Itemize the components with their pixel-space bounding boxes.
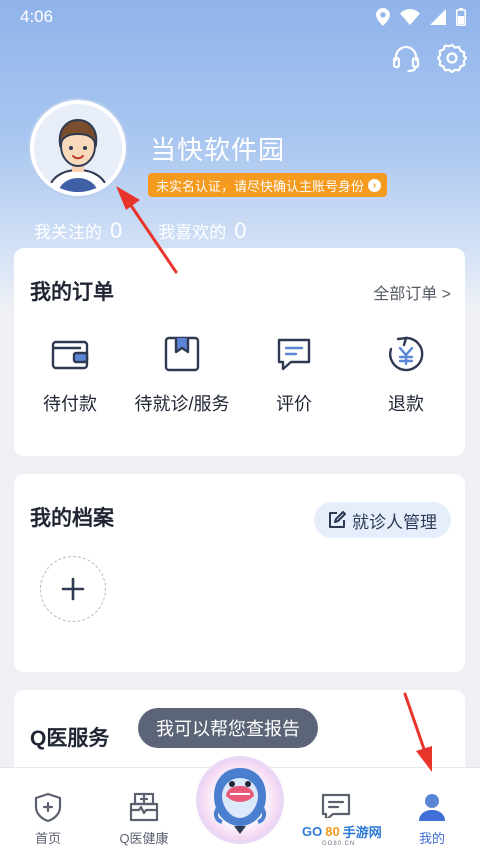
watermark-subtext: GO80.CN <box>322 841 356 847</box>
order-item-label: 退款 <box>388 394 424 414</box>
wifi-icon <box>400 9 420 25</box>
my-orders-card: 我的订单 全部订单 > 待付款 待就诊/服务 评价 退款 <box>14 248 465 456</box>
status-time: 4:06 <box>20 7 54 26</box>
customer-service-icon[interactable] <box>390 42 422 74</box>
tab-label: 首页 <box>34 831 61 846</box>
patient-management-label: 就诊人管理 <box>352 512 437 532</box>
stat-count: 0 <box>110 218 123 243</box>
watermark-part: GO <box>302 823 323 839</box>
settings-gear-icon[interactable] <box>436 42 468 74</box>
bookmark-box-icon <box>162 334 202 374</box>
status-bar: 4:06 <box>0 0 480 34</box>
verify-notice-text: 未实名认证，请尽快确认主账号身份 <box>156 178 365 194</box>
plus-icon <box>61 577 85 601</box>
order-item-label: 待付款 <box>43 394 97 414</box>
order-item-label: 评价 <box>276 394 312 414</box>
battery-icon <box>456 8 466 26</box>
stat-following[interactable]: 我关注的 0 <box>34 218 122 244</box>
order-review[interactable]: 评价 <box>238 334 350 416</box>
username[interactable]: 当快软件园 <box>150 130 285 167</box>
tab-q-health[interactable]: Q医健康 <box>108 790 180 847</box>
wallet-icon <box>50 334 90 374</box>
watermark-part: 手游网 <box>342 824 382 840</box>
tab-home[interactable]: 首页 <box>12 790 84 847</box>
q-service-title: Q医服务 <box>30 727 110 750</box>
avatar-cartoon-icon <box>34 104 122 192</box>
order-refund[interactable]: 退款 <box>350 334 462 416</box>
person-icon <box>415 790 449 824</box>
tab-mine[interactable]: 我的 <box>396 790 468 847</box>
location-icon <box>376 8 390 26</box>
add-patient-button[interactable] <box>40 556 106 622</box>
tab-label: Q医健康 <box>119 831 169 846</box>
stat-likes[interactable]: 我喜欢的 0 <box>158 218 246 244</box>
chevron-right-icon: › <box>368 178 382 192</box>
refund-icon <box>386 334 426 374</box>
home-shield-icon <box>31 790 65 824</box>
archive-title: 我的档案 <box>30 507 114 530</box>
watermark-part: 80 <box>325 823 340 839</box>
comment-icon <box>274 334 314 374</box>
order-item-label: 待就诊/服务 <box>134 394 230 414</box>
dolphin-mascot-button[interactable] <box>196 756 284 844</box>
stat-label: 我关注的 <box>34 223 102 242</box>
orders-title: 我的订单 <box>30 281 114 304</box>
patient-management-button[interactable]: 就诊人管理 <box>314 502 451 538</box>
stat-label: 我喜欢的 <box>158 223 227 242</box>
signal-icon <box>430 9 446 25</box>
edit-icon <box>329 511 346 528</box>
order-pending-visit[interactable]: 待就诊/服务 <box>126 334 238 416</box>
avatar[interactable] <box>30 100 126 196</box>
tab-label: 我的 <box>418 831 445 846</box>
my-archive-card: 我的档案 就诊人管理 <box>14 474 465 672</box>
dolphin-mascot-icon <box>213 768 267 834</box>
medical-box-icon <box>127 790 161 824</box>
assistant-tip-bubble[interactable]: 我可以帮您查报告 <box>138 708 318 748</box>
order-pending-payment[interactable]: 待付款 <box>14 334 126 416</box>
verify-notice-badge[interactable]: 未实名认证，请尽快确认主账号身份 › <box>148 173 388 197</box>
profile-stats: 我关注的 0 我喜欢的 0 <box>34 218 247 244</box>
stat-count: 0 <box>234 218 247 243</box>
all-orders-link[interactable]: 全部订单 > <box>373 280 451 304</box>
